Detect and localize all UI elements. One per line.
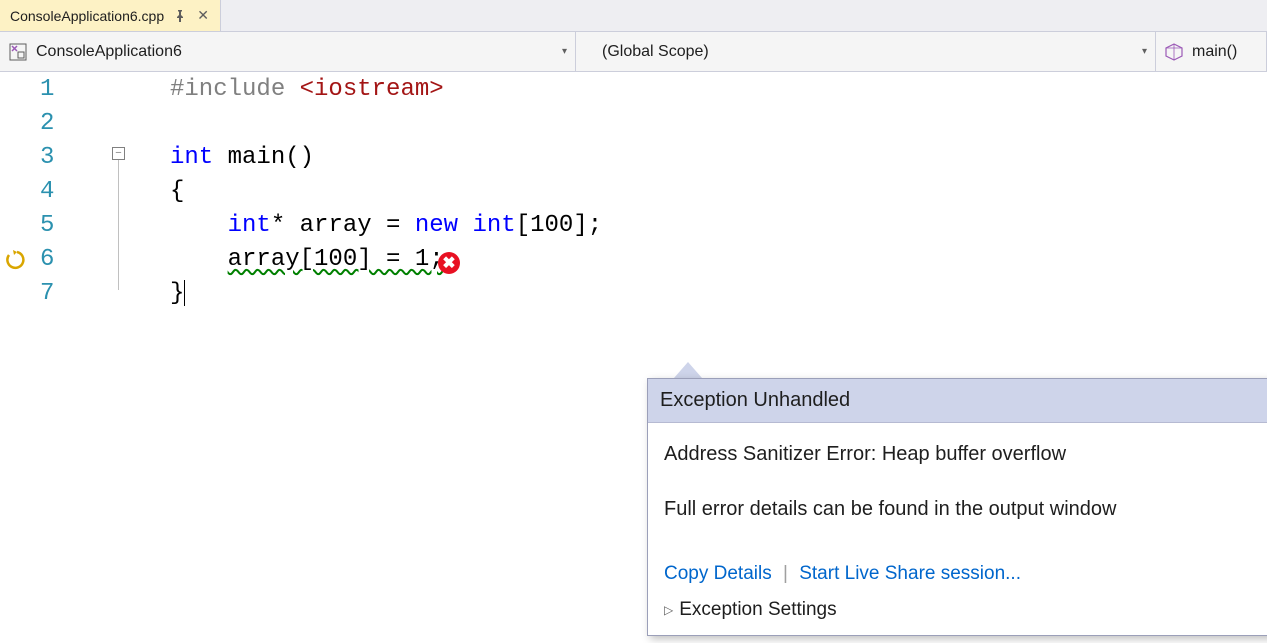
expand-icon: ▷: [664, 603, 673, 617]
code-token: int: [170, 144, 213, 171]
code-token: int: [472, 212, 515, 239]
code-token: new: [415, 212, 458, 239]
line-number: 6: [40, 246, 54, 273]
code-token: main(): [213, 144, 314, 171]
function-name: main(): [1192, 43, 1237, 61]
exception-settings-toggle[interactable]: ▷ Exception Settings: [648, 593, 1267, 635]
scope-name: (Global Scope): [602, 43, 709, 61]
project-dropdown[interactable]: ConsoleApplication6 ▾: [0, 32, 576, 71]
current-statement-icon: [6, 249, 28, 271]
code-token: * array =: [271, 212, 415, 239]
function-icon: [1164, 42, 1184, 62]
live-share-link[interactable]: Start Live Share session...: [799, 563, 1021, 584]
popup-links: Copy Details | Start Live Share session.…: [648, 563, 1267, 593]
error-icon[interactable]: ✖: [438, 252, 460, 274]
code-token: }: [170, 280, 184, 307]
popup-header: Exception Unhandled: [648, 379, 1267, 423]
code-token: {: [170, 178, 184, 205]
function-dropdown[interactable]: main(): [1156, 32, 1267, 71]
fold-guide: [118, 160, 119, 290]
code-token: int: [228, 212, 271, 239]
project-name: ConsoleApplication6: [36, 43, 182, 61]
pin-icon[interactable]: [172, 8, 188, 24]
marker-gutter: [0, 72, 40, 643]
code-token: [100];: [516, 212, 602, 239]
fold-gutter: −: [110, 72, 170, 643]
line-number: 5: [40, 212, 54, 239]
line-number: 7: [40, 280, 54, 307]
popup-body: Address Sanitizer Error: Heap buffer ove…: [648, 423, 1267, 563]
popup-pointer: [675, 364, 701, 379]
line-number: 2: [40, 110, 54, 137]
line-number: 4: [40, 178, 54, 205]
project-icon: [8, 42, 28, 62]
close-icon[interactable]: ✕: [196, 9, 210, 23]
line-number: 1: [40, 76, 54, 103]
exception-message: Address Sanitizer Error: Heap buffer ove…: [664, 441, 1267, 468]
tab-bar: ConsoleApplication6.cpp ✕: [0, 0, 1267, 32]
line-number-gutter: 1 2 3 4 5 6 7: [40, 72, 110, 643]
tab-filename: ConsoleApplication6.cpp: [10, 8, 164, 24]
navigation-bar: ConsoleApplication6 ▾ (Global Scope) ▾ m…: [0, 32, 1267, 72]
copy-details-link[interactable]: Copy Details: [664, 563, 772, 584]
code-editor[interactable]: 1 2 3 4 5 6 7 − #include <iostream> int …: [0, 72, 1267, 643]
code-token: <iostream>: [300, 76, 444, 103]
exception-detail-hint: Full error details can be found in the o…: [664, 496, 1267, 523]
chevron-down-icon: ▾: [562, 46, 567, 57]
separator: |: [783, 563, 788, 584]
code-token: [458, 212, 472, 239]
text-cursor: [184, 280, 185, 306]
code-content[interactable]: #include <iostream> int main() { int* ar…: [170, 72, 1267, 643]
file-tab[interactable]: ConsoleApplication6.cpp ✕: [0, 0, 221, 31]
code-token-warning: array[100] = 1;: [228, 246, 444, 273]
popup-title: Exception Unhandled: [660, 389, 1267, 412]
code-token: #include: [170, 76, 300, 103]
scope-dropdown[interactable]: (Global Scope) ▾: [576, 32, 1156, 71]
exception-popup: Exception Unhandled Address Sanitizer Er…: [647, 378, 1267, 636]
chevron-down-icon: ▾: [1142, 46, 1147, 57]
fold-toggle[interactable]: −: [112, 147, 125, 160]
exception-settings-label: Exception Settings: [679, 599, 836, 621]
line-number: 3: [40, 144, 54, 171]
